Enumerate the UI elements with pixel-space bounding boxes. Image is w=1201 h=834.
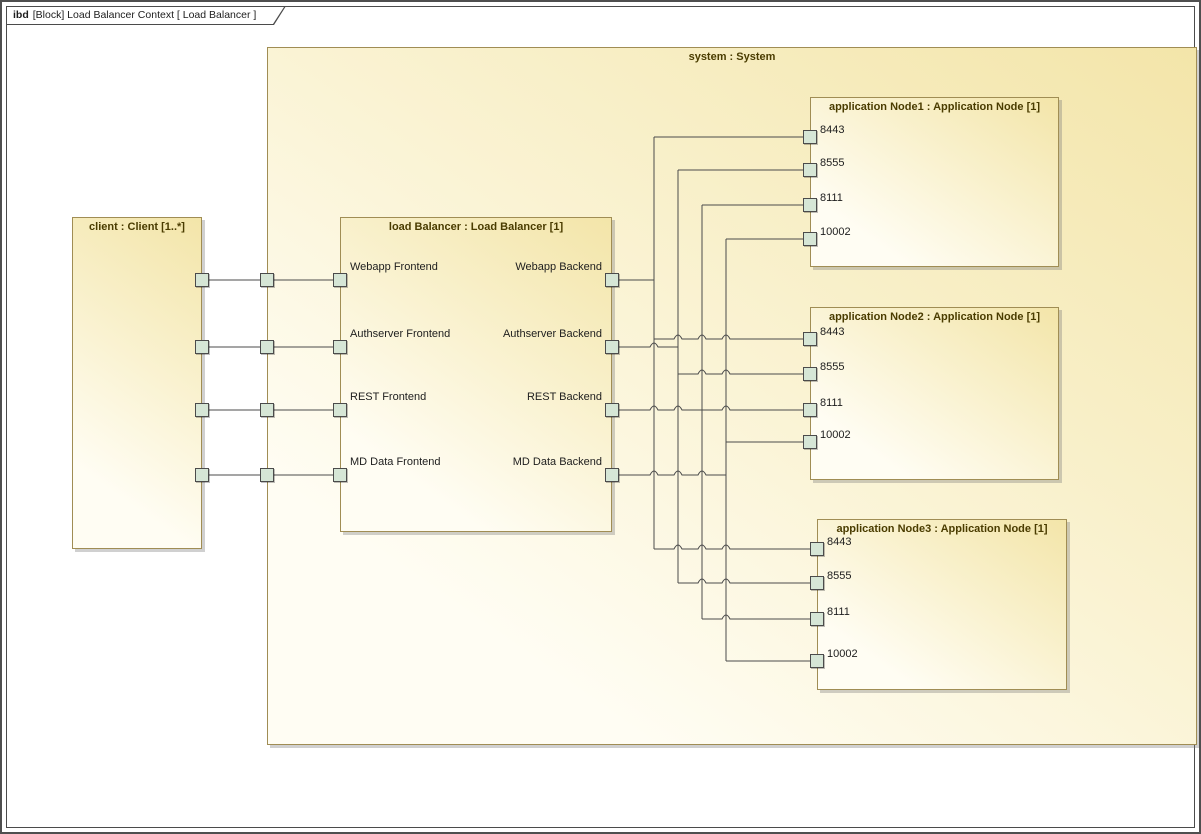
port-load-balancer-webapp-frontend[interactable] [333, 273, 347, 287]
port-load-balancer-md-data-backend[interactable] [605, 468, 619, 482]
port-application-node3-8111[interactable] [810, 612, 824, 626]
port-label: 10002 [820, 429, 851, 441]
port-application-node2-8555[interactable] [803, 367, 817, 381]
connector-webapp-8443[interactable] [612, 137, 817, 549]
port-application-node3-8443[interactable] [810, 542, 824, 556]
connector-rest-8111[interactable] [612, 205, 817, 619]
port-load-balancer-authserver-frontend[interactable] [333, 340, 347, 354]
port-system-345[interactable] [260, 340, 274, 354]
port-load-balancer-webapp-backend[interactable] [605, 273, 619, 287]
diagram-kind-label: ibd [13, 9, 29, 21]
port-load-balancer-md-data-frontend[interactable] [333, 468, 347, 482]
diagram-canvas: ibd [Block] Load Balancer Context [ Load … [0, 0, 1201, 834]
port-application-node3-10002[interactable] [810, 654, 824, 668]
port-label: Webapp Backend [402, 261, 602, 273]
port-load-balancer-rest-backend[interactable] [605, 403, 619, 417]
port-system-408[interactable] [260, 403, 274, 417]
port-label: 8111 [820, 397, 843, 409]
port-label: REST Backend [402, 391, 602, 403]
diagram-tab: ibd [Block] Load Balancer Context [ Load … [6, 6, 286, 25]
port-application-node1-8443[interactable] [803, 130, 817, 144]
port-application-node1-8555[interactable] [803, 163, 817, 177]
connector-authserver-8555[interactable] [612, 170, 817, 583]
port-label: 10002 [827, 648, 858, 660]
diagram-title: [Block] Load Balancer Context [ Load Bal… [33, 9, 257, 21]
port-label: 8111 [820, 192, 843, 204]
port-system-473[interactable] [260, 468, 274, 482]
port-client-408[interactable] [195, 403, 209, 417]
port-load-balancer-rest-frontend[interactable] [333, 403, 347, 417]
connector-md-data-10002[interactable] [612, 239, 817, 661]
port-label: 10002 [820, 226, 851, 238]
port-label: 8555 [820, 361, 844, 373]
port-label: 8555 [827, 570, 851, 582]
port-client-345[interactable] [195, 340, 209, 354]
port-client-473[interactable] [195, 468, 209, 482]
port-application-node3-8555[interactable] [810, 576, 824, 590]
port-label: 8443 [820, 124, 844, 136]
port-label: 8443 [820, 326, 844, 338]
port-client-278[interactable] [195, 273, 209, 287]
port-load-balancer-authserver-backend[interactable] [605, 340, 619, 354]
diagram-tab-text: ibd [Block] Load Balancer Context [ Load … [7, 7, 284, 24]
port-label: MD Data Backend [402, 456, 602, 468]
port-application-node1-10002[interactable] [803, 232, 817, 246]
port-application-node2-8443[interactable] [803, 332, 817, 346]
port-system-278[interactable] [260, 273, 274, 287]
port-application-node1-8111[interactable] [803, 198, 817, 212]
port-label: 8555 [820, 157, 844, 169]
port-label: 8443 [827, 536, 851, 548]
port-application-node2-10002[interactable] [803, 435, 817, 449]
port-application-node2-8111[interactable] [803, 403, 817, 417]
connector-layer [2, 2, 1201, 834]
port-label: Authserver Backend [402, 328, 602, 340]
port-label: 8111 [827, 606, 850, 618]
